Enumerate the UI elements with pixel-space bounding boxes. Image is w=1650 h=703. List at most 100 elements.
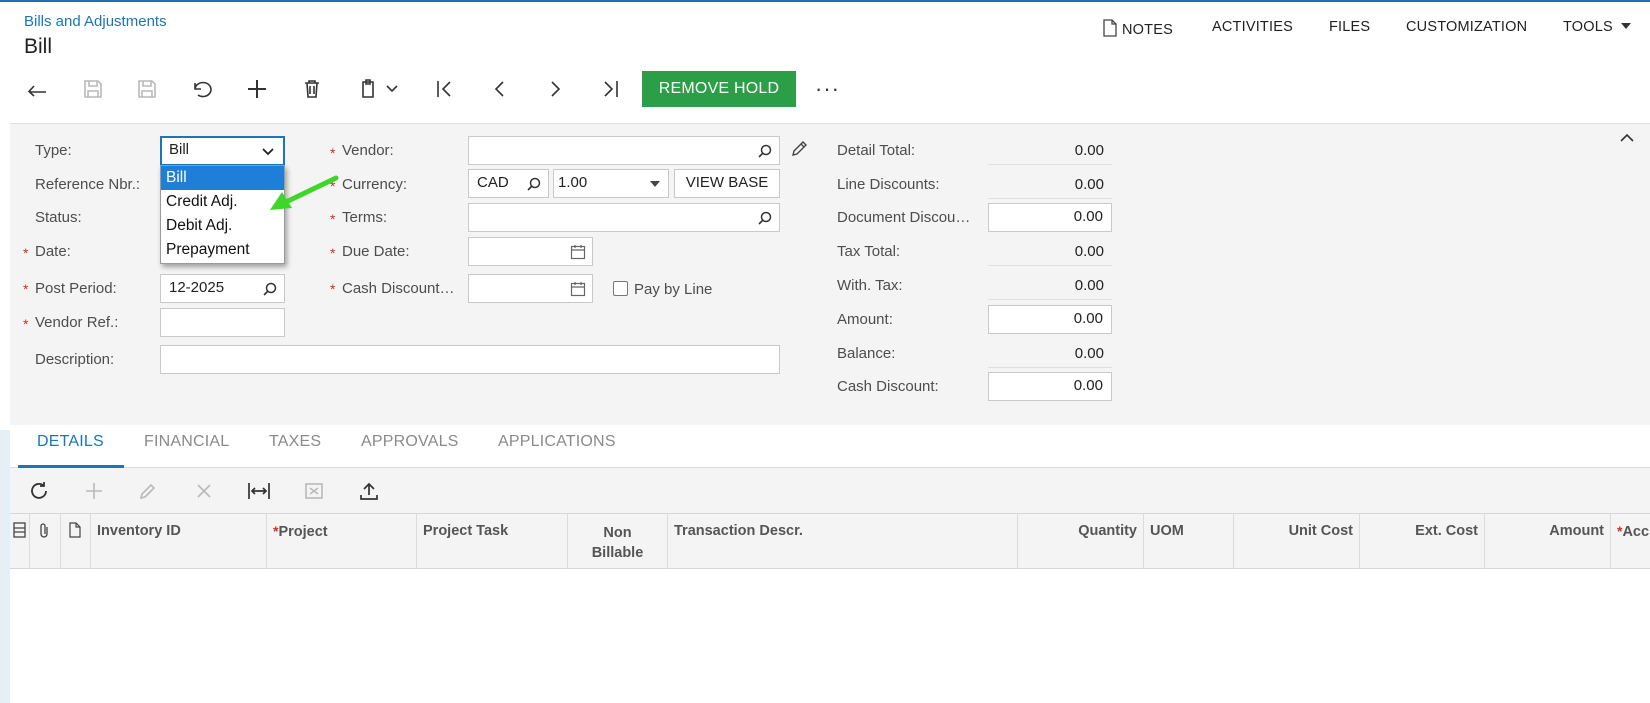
tax-total-value: 0.00 (1074, 243, 1104, 260)
fit-columns-icon[interactable] (240, 475, 278, 507)
type-select[interactable]: Bill (160, 136, 285, 166)
customization-button[interactable]: CUSTOMIZATION (1406, 19, 1527, 35)
col-project[interactable]: *Project (267, 514, 417, 569)
tab-financial[interactable]: FINANCIAL (144, 433, 229, 451)
status-label: Status: (35, 209, 82, 226)
search-icon (527, 177, 541, 191)
save-icon[interactable] (128, 73, 166, 105)
previous-record-icon[interactable] (481, 73, 519, 105)
back-icon[interactable] (18, 73, 56, 105)
cash-discount-date-field[interactable] (468, 274, 593, 303)
due-date-field[interactable] (468, 237, 593, 266)
chevron-down-icon (262, 148, 274, 156)
delete-row-icon[interactable] (185, 475, 223, 507)
document-discount-label: Document Discou… (837, 209, 971, 226)
first-record-icon[interactable] (426, 73, 464, 105)
refresh-icon[interactable] (20, 475, 58, 507)
cash-discount-date-label: Cash Discount… (342, 280, 455, 297)
currency-rate-select[interactable]: 1.00 (553, 169, 669, 198)
caret-down-icon (1621, 23, 1632, 29)
col-unit-cost[interactable]: Unit Cost (1234, 514, 1360, 569)
export-excel-icon[interactable] (295, 475, 333, 507)
search-icon (263, 282, 277, 296)
post-period-value: 12-2025 (169, 279, 225, 296)
description-field[interactable] (160, 345, 780, 374)
required-marker: * (23, 245, 29, 261)
save-close-icon[interactable] (74, 73, 112, 105)
col-uom[interactable]: UOM (1144, 514, 1234, 569)
detail-total-label: Detail Total: (837, 142, 916, 159)
paperclip-icon (40, 523, 48, 538)
col-notes (61, 514, 91, 569)
tab-applications[interactable]: APPLICATIONS (498, 433, 616, 451)
col-attachments (30, 514, 61, 569)
add-row-icon[interactable] (75, 475, 113, 507)
files-button[interactable]: FILES (1329, 19, 1370, 35)
caret-down-icon (650, 181, 660, 187)
tools-menu[interactable]: TOOLS (1563, 19, 1635, 35)
due-date-label: Due Date: (342, 243, 410, 260)
cash-discount-label: Cash Discount: (837, 378, 939, 395)
cash-discount-field[interactable]: 0.00 (988, 372, 1112, 401)
tab-taxes[interactable]: TAXES (269, 433, 321, 451)
pay-by-line-label: Pay by Line (634, 281, 713, 298)
collapse-icon[interactable] (1620, 130, 1634, 147)
divider (988, 265, 1112, 266)
line-discounts-value: 0.00 (1074, 176, 1104, 193)
type-option-debit-adj[interactable]: Debit Adj. (161, 214, 284, 238)
calendar-icon (570, 245, 586, 260)
activities-button[interactable]: ACTIVITIES (1212, 19, 1293, 35)
type-option-prepayment[interactable]: Prepayment (161, 238, 284, 262)
vendor-field[interactable] (468, 136, 780, 165)
vendor-ref-field[interactable] (160, 308, 285, 337)
amount-field[interactable]: 0.00 (988, 305, 1112, 334)
add-icon[interactable] (238, 73, 276, 105)
col-project-task[interactable]: Project Task (417, 514, 568, 569)
view-base-button[interactable]: VIEW BASE (674, 169, 780, 198)
remove-hold-button[interactable]: REMOVE HOLD (642, 71, 796, 107)
col-project-label: Project (278, 524, 328, 540)
breadcrumb[interactable]: Bills and Adjustments (24, 13, 167, 30)
next-record-icon[interactable] (536, 73, 574, 105)
vendor-label: Vendor: (342, 142, 394, 159)
col-transaction-descr[interactable]: Transaction Descr. (668, 514, 1018, 569)
required-marker: * (330, 281, 336, 297)
with-tax-label: With. Tax: (837, 277, 903, 294)
edit-pencil-icon[interactable] (790, 140, 808, 162)
pay-by-line-checkbox[interactable] (613, 281, 628, 296)
tax-total-label: Tax Total: (837, 243, 901, 260)
copy-paste-menu[interactable] (350, 73, 406, 105)
left-edge-strip (0, 430, 10, 703)
col-non-billable[interactable]: Non Billable (568, 514, 668, 569)
col-quantity[interactable]: Quantity (1018, 514, 1144, 569)
tab-approvals[interactable]: APPROVALS (361, 433, 459, 451)
document-icon (1103, 19, 1117, 37)
col-inventory-id[interactable]: Inventory ID (91, 514, 267, 569)
tab-details[interactable]: DETAILS (37, 433, 104, 451)
upload-icon[interactable] (350, 475, 388, 507)
document-icon (69, 522, 81, 538)
currency-field[interactable]: CAD (468, 169, 549, 198)
edit-row-icon[interactable] (129, 475, 167, 507)
delete-icon[interactable] (293, 73, 331, 105)
divider (988, 198, 1112, 199)
required-marker: * (330, 145, 336, 161)
notes-button[interactable]: NOTES (1102, 19, 1173, 38)
col-amount[interactable]: Amount (1485, 514, 1611, 569)
post-period-field[interactable]: 12-2025 (160, 274, 285, 303)
col-account[interactable]: *Acc (1611, 514, 1650, 569)
more-actions-button[interactable]: ··· (815, 76, 840, 102)
col-non-billable-line2: Billable (591, 545, 644, 561)
divider (988, 367, 1112, 368)
search-icon (758, 211, 772, 225)
reference-nbr-label: Reference Nbr.: (35, 176, 141, 193)
type-value: Bill (169, 141, 190, 158)
last-record-icon[interactable] (591, 73, 629, 105)
with-tax-value: 0.00 (1074, 277, 1104, 294)
terms-field[interactable] (468, 203, 780, 232)
date-label: Date: (35, 243, 71, 260)
col-ext-cost[interactable]: Ext. Cost (1360, 514, 1485, 569)
document-discount-field[interactable]: 0.00 (988, 203, 1112, 232)
tools-label: TOOLS (1563, 19, 1613, 35)
undo-icon[interactable] (183, 73, 221, 105)
